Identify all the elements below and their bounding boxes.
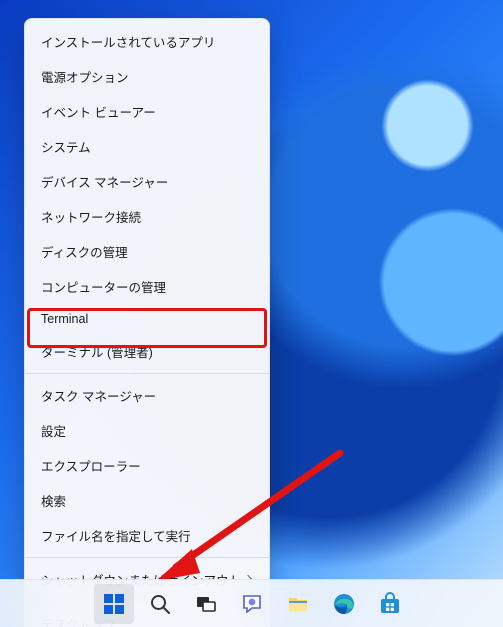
menu-item-label: システム — [41, 137, 91, 156]
chat-icon — [240, 592, 264, 616]
search-button[interactable] — [140, 584, 180, 624]
menu-item-label: 検索 — [41, 491, 66, 510]
menu-item-label: コンピューターの管理 — [41, 277, 166, 296]
microsoft-store-button[interactable] — [370, 584, 410, 624]
start-button[interactable] — [94, 584, 134, 624]
menu-item-label: ターミナル (管理者) — [41, 342, 153, 361]
menu-item-explorer[interactable]: エクスプローラー — [25, 448, 269, 483]
winx-context-menu: インストールされているアプリ 電源オプション イベント ビューアー システム デ… — [24, 18, 270, 627]
menu-item-label: Terminal — [41, 312, 88, 326]
menu-item-settings[interactable]: 設定 — [25, 413, 269, 448]
menu-item-disk-management[interactable]: ディスクの管理 — [25, 234, 269, 269]
menu-separator — [25, 373, 269, 374]
file-explorer-icon — [286, 592, 310, 616]
microsoft-store-icon — [378, 592, 402, 616]
menu-item-label: エクスプローラー — [41, 456, 141, 475]
file-explorer-button[interactable] — [278, 584, 318, 624]
task-view-button[interactable] — [186, 584, 226, 624]
menu-item-label: タスク マネージャー — [41, 386, 156, 405]
menu-item-system[interactable]: システム — [25, 129, 269, 164]
menu-item-event-viewer[interactable]: イベント ビューアー — [25, 94, 269, 129]
menu-item-label: イベント ビューアー — [41, 102, 156, 121]
menu-item-label: デバイス マネージャー — [41, 172, 168, 191]
menu-item-power-options[interactable]: 電源オプション — [25, 59, 269, 94]
menu-item-label: 設定 — [41, 421, 66, 440]
windows-start-icon — [102, 592, 126, 616]
menu-item-search[interactable]: 検索 — [25, 483, 269, 518]
menu-item-label: ディスクの管理 — [41, 242, 128, 261]
menu-separator — [25, 557, 269, 558]
menu-item-label: インストールされているアプリ — [41, 32, 215, 51]
menu-item-label: 電源オプション — [41, 67, 129, 86]
menu-item-task-manager[interactable]: タスク マネージャー — [25, 378, 269, 413]
desktop-wallpaper: インストールされているアプリ 電源オプション イベント ビューアー システム デ… — [0, 0, 503, 627]
menu-item-terminal[interactable]: Terminal — [25, 304, 269, 334]
taskbar — [0, 579, 503, 627]
menu-item-label: ネットワーク接続 — [41, 207, 141, 226]
menu-item-terminal-admin[interactable]: ターミナル (管理者) — [25, 334, 269, 369]
menu-item-run[interactable]: ファイル名を指定して実行 — [25, 518, 269, 553]
edge-button[interactable] — [324, 584, 364, 624]
menu-item-device-manager[interactable]: デバイス マネージャー — [25, 164, 269, 199]
chat-button[interactable] — [232, 584, 272, 624]
menu-item-label: ファイル名を指定して実行 — [41, 526, 191, 545]
menu-item-computer-management[interactable]: コンピューターの管理 — [25, 269, 269, 304]
edge-icon — [332, 592, 356, 616]
menu-item-installed-apps[interactable]: インストールされているアプリ — [25, 24, 269, 59]
menu-item-network-connections[interactable]: ネットワーク接続 — [25, 199, 269, 234]
task-view-icon — [194, 592, 218, 616]
search-icon — [148, 592, 172, 616]
